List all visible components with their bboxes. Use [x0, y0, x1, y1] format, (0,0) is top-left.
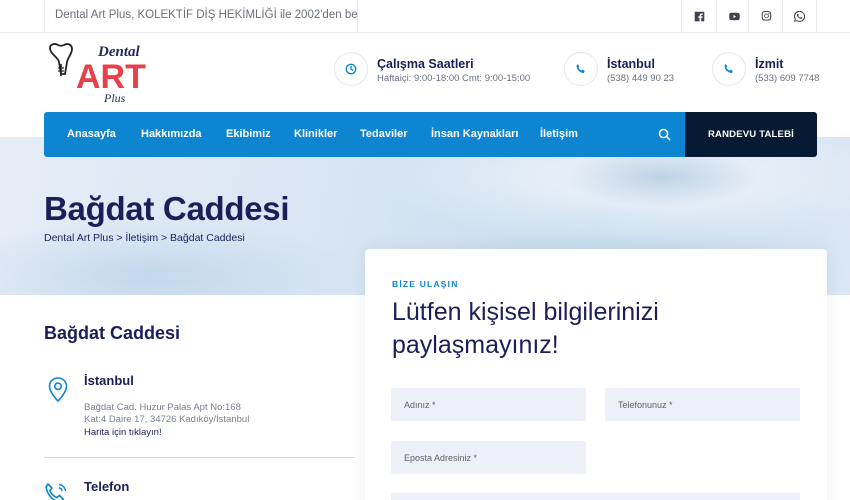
izmit-title: İzmit	[755, 57, 784, 71]
phone-icon	[712, 52, 746, 86]
phone-input[interactable]	[605, 388, 800, 421]
page-title: Bağdat Caddesi	[44, 190, 290, 227]
istanbul-title: İstanbul	[607, 57, 655, 71]
nav-item-hakkimizda[interactable]: Hakkımızda	[141, 112, 202, 157]
location-title: Bağdat Caddesi	[44, 323, 181, 343]
address: Bağdat Cad. Huzur Palas Apt No:168 Kat:4…	[84, 402, 249, 426]
main-nav: Anasayfa Hakkımızda Ekibimiz Klinikler T…	[44, 112, 685, 157]
map-pin-icon	[48, 377, 68, 403]
phone-icon	[564, 52, 598, 86]
form-headline: Lütfen kişisel bilgilerinizi paylaşmayın…	[392, 298, 659, 359]
name-input[interactable]	[391, 388, 586, 421]
nav-item-anasayfa[interactable]: Anasayfa	[67, 112, 116, 157]
breadcrumb[interactable]: Dental Art Plus > İletişim > Bağdat Cadd…	[44, 232, 245, 244]
hours-sub: Haftaiçi: 9:00-18:00 Cmt: 9:00-15:00	[377, 73, 531, 84]
city-title: İstanbul	[84, 373, 134, 388]
address-line2: Kat:4 Daire 17, 34726 Kadıköy/İstanbul	[84, 414, 250, 425]
address-line1: Bağdat Cad. Huzur Palas Apt No:168	[84, 402, 241, 413]
izmit-phone[interactable]: (533) 609 7748	[755, 73, 819, 84]
map-link[interactable]: Harita için tıklayın!	[84, 427, 162, 438]
youtube-icon[interactable]	[716, 0, 751, 33]
izmit-contact[interactable]: İzmit (533) 609 7748	[712, 52, 832, 88]
istanbul-contact[interactable]: İstanbul (538) 449 90 23	[564, 52, 684, 88]
divider	[44, 457, 355, 458]
logo[interactable]: Dental ART Plus	[46, 42, 146, 106]
clock-icon	[334, 52, 368, 86]
phone-title: Telefon	[84, 479, 130, 494]
instagram-icon[interactable]	[748, 0, 783, 33]
working-hours: Çalışma Saatleri Haftaiçi: 9:00-18:00 Cm…	[334, 52, 534, 88]
top-bar: Dental Art Plus, KOLEKTİF DİŞ HEKİMLİĞİ …	[0, 0, 850, 33]
logo-line3: Plus	[103, 91, 126, 105]
nav-item-tedaviler[interactable]: Tedaviler	[360, 112, 408, 157]
phone-icon	[45, 483, 67, 500]
nav-item-ekibimiz[interactable]: Ekibimiz	[226, 112, 271, 157]
search-icon[interactable]	[658, 128, 671, 141]
istanbul-phone[interactable]: (538) 449 90 23	[607, 73, 674, 84]
form-next-field[interactable]	[391, 493, 800, 500]
tagline: Dental Art Plus, KOLEKTİF DİŞ HEKİMLİĞİ …	[44, 0, 358, 33]
form-eyebrow: BİZE ULAŞIN	[392, 279, 459, 289]
hours-title: Çalışma Saatleri	[377, 57, 474, 71]
nav-item-iletisim[interactable]: İletişim	[540, 112, 578, 157]
whatsapp-icon[interactable]	[782, 0, 817, 33]
facebook-icon[interactable]	[681, 0, 716, 33]
email-input[interactable]	[391, 441, 586, 474]
nav-item-insan-kaynaklari[interactable]: İnsan Kaynakları	[431, 112, 518, 157]
nav-item-klinikler[interactable]: Klinikler	[294, 112, 337, 157]
appointment-button[interactable]: RANDEVU TALEBİ	[685, 112, 817, 157]
